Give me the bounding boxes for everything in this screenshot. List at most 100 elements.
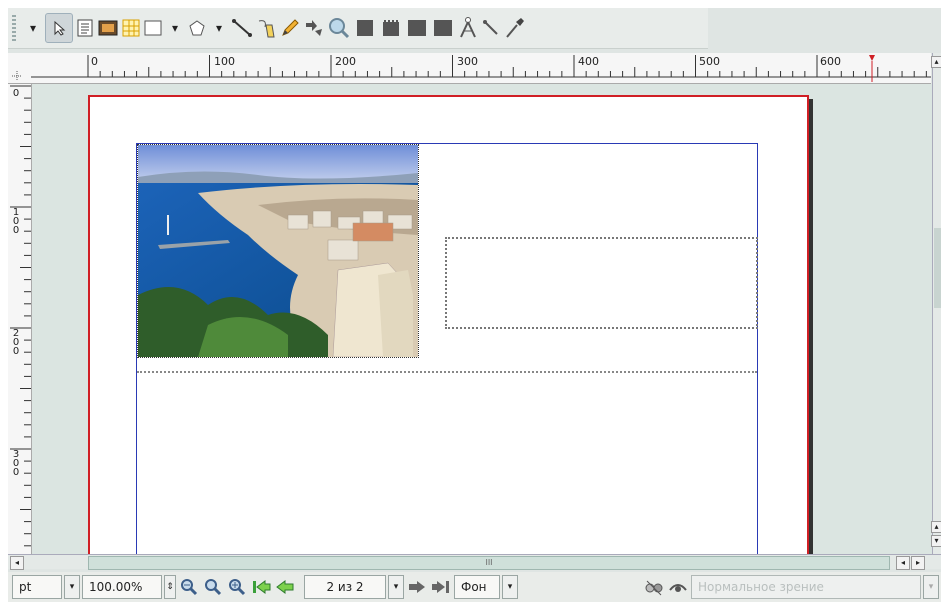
- view-eye-button[interactable]: [667, 575, 689, 599]
- polygon-dropdown[interactable]: ▾: [209, 14, 229, 42]
- ruler-label-200: 200: [335, 55, 356, 68]
- zoom-value: 100.00%: [89, 580, 143, 594]
- text-frame-icon: [77, 19, 93, 37]
- coastline-photo: [138, 145, 418, 357]
- unlink-text-frames-button[interactable]: [405, 14, 429, 42]
- link-frames-icon: [383, 20, 399, 36]
- layer-value: Фон: [461, 580, 487, 594]
- page-select[interactable]: 2 из 2: [304, 575, 386, 599]
- unit-dropdown-arrow[interactable]: ▾: [64, 575, 80, 599]
- vertical-scroll-thumb[interactable]: [934, 228, 941, 308]
- document-canvas[interactable]: [32, 84, 932, 554]
- copy-properties-button[interactable]: [457, 14, 479, 42]
- zoom-tool-button[interactable]: [327, 14, 351, 42]
- first-page-icon: [253, 580, 271, 594]
- measure-tool-button[interactable]: [431, 14, 455, 42]
- view-mode-dropdown-arrow[interactable]: ▾: [923, 575, 939, 599]
- rotate-icon: [306, 20, 322, 36]
- freehand-tool-button[interactable]: [279, 14, 301, 42]
- measure-icon: [434, 20, 452, 36]
- eyedropper-small-button[interactable]: [481, 14, 501, 42]
- vertical-scrollbar[interactable]: ▴ ▴ ▾: [931, 53, 941, 554]
- edit-contents-button[interactable]: [353, 14, 377, 42]
- preview-glasses-icon: [645, 580, 663, 596]
- horizontal-scrollbar[interactable]: ◂ III ◂ ▸: [8, 554, 941, 570]
- document-page[interactable]: [88, 95, 809, 554]
- last-page-button[interactable]: [430, 575, 452, 599]
- bezier-tool-button[interactable]: [255, 14, 277, 42]
- visual-appearance-select[interactable]: Нормальное зрение: [691, 575, 921, 599]
- previous-page-icon: [276, 580, 294, 594]
- zoom-actual-icon: [205, 579, 222, 596]
- eyedropper-tool-button[interactable]: [503, 14, 525, 42]
- vruler-ticks: [10, 85, 31, 547]
- text-frame-tool-button[interactable]: [75, 14, 95, 42]
- page-dropdown-arrow[interactable]: ▾: [388, 575, 404, 599]
- link-text-frames-button[interactable]: [379, 14, 403, 42]
- line-tool-button[interactable]: [231, 14, 253, 42]
- table-icon: [122, 19, 140, 37]
- shape-dropdown[interactable]: ▾: [165, 14, 185, 42]
- unit-select[interactable]: pt: [12, 575, 62, 599]
- scroll-up-small-button[interactable]: ▴: [931, 521, 941, 533]
- vruler-label-0: 0: [12, 88, 20, 99]
- status-bar: pt ▾ 100.00% ⇕ 2 из 2 ▾ Фон ▾ Нормальное…: [8, 572, 941, 602]
- scroll-up-button[interactable]: ▴: [931, 56, 941, 68]
- toolbar-grip[interactable]: [12, 15, 16, 41]
- compass-icon: [460, 17, 476, 38]
- line-icon: [232, 19, 252, 37]
- vruler-label-200: 2 0 0: [12, 328, 20, 357]
- polygon-icon: [189, 20, 205, 36]
- vruler-label-100: 1 0 0: [12, 207, 20, 236]
- frame-separator: [137, 371, 757, 373]
- polygon-tool-button[interactable]: [187, 14, 207, 42]
- scroll-left-button[interactable]: ◂: [10, 556, 24, 570]
- horizontal-ruler[interactable]: 0 100 200 300 400 500 600: [31, 53, 931, 84]
- rectangle-shape-icon: [144, 20, 162, 36]
- next-page-icon: [409, 581, 425, 593]
- zoom-out-button[interactable]: [178, 575, 200, 599]
- unlink-frames-icon: [408, 20, 426, 36]
- ruler-label-100: 100: [214, 55, 235, 68]
- text-frame[interactable]: [445, 237, 758, 329]
- layer-select[interactable]: Фон: [454, 575, 500, 599]
- vertical-ruler[interactable]: 0 1 0 0 2 0 0 3 0 0: [8, 84, 32, 554]
- arrow-pointer-icon: [54, 20, 66, 36]
- horizontal-scroll-thumb[interactable]: III: [88, 556, 890, 570]
- eye-icon: [669, 584, 687, 592]
- zoom-spinner[interactable]: ⇕: [164, 575, 176, 599]
- image-frame[interactable]: [137, 144, 419, 358]
- eyedropper-icon: [506, 18, 524, 38]
- bezier-pen-icon: [258, 20, 275, 38]
- vruler-label-300: 3 0 0: [12, 449, 20, 478]
- tools-toolbar: ▾ ▾ ▾: [8, 8, 708, 49]
- zoom-100-button[interactable]: [202, 575, 224, 599]
- scribus-window: ▾ ▾ ▾ 0 100 200 300 400 500 600 0 1 0 0 …: [8, 8, 941, 602]
- zoom-out-icon: [181, 579, 198, 596]
- image-frame-tool-button[interactable]: [97, 14, 119, 42]
- table-tool-button[interactable]: [121, 14, 141, 42]
- unit-value: pt: [19, 580, 32, 594]
- scroll-left-small-button[interactable]: ◂: [896, 556, 910, 570]
- zoom-input[interactable]: 100.00%: [82, 575, 162, 599]
- ruler-corner[interactable]: [8, 53, 31, 84]
- shape-tool-button[interactable]: [143, 14, 163, 42]
- toolbar-menu-arrow[interactable]: ▾: [23, 14, 43, 42]
- preview-mode-button[interactable]: [643, 575, 665, 599]
- rotate-tool-button[interactable]: [303, 14, 325, 42]
- next-page-button[interactable]: [406, 575, 428, 599]
- edit-contents-icon: [357, 20, 373, 36]
- select-tool-button[interactable]: [45, 13, 73, 43]
- scroll-down-button[interactable]: ▾: [931, 535, 941, 547]
- first-page-button[interactable]: [250, 575, 272, 599]
- ruler-label-600: 600: [820, 55, 841, 68]
- page-margin-frame: [136, 143, 758, 554]
- ruler-label-300: 300: [457, 55, 478, 68]
- layer-dropdown-arrow[interactable]: ▾: [502, 575, 518, 599]
- previous-page-button[interactable]: [274, 575, 296, 599]
- ruler-label-0: 0: [91, 55, 98, 68]
- scroll-right-button[interactable]: ▸: [911, 556, 925, 570]
- last-page-icon: [432, 581, 449, 593]
- zoom-in-button[interactable]: [226, 575, 248, 599]
- page-value: 2 из 2: [326, 580, 364, 594]
